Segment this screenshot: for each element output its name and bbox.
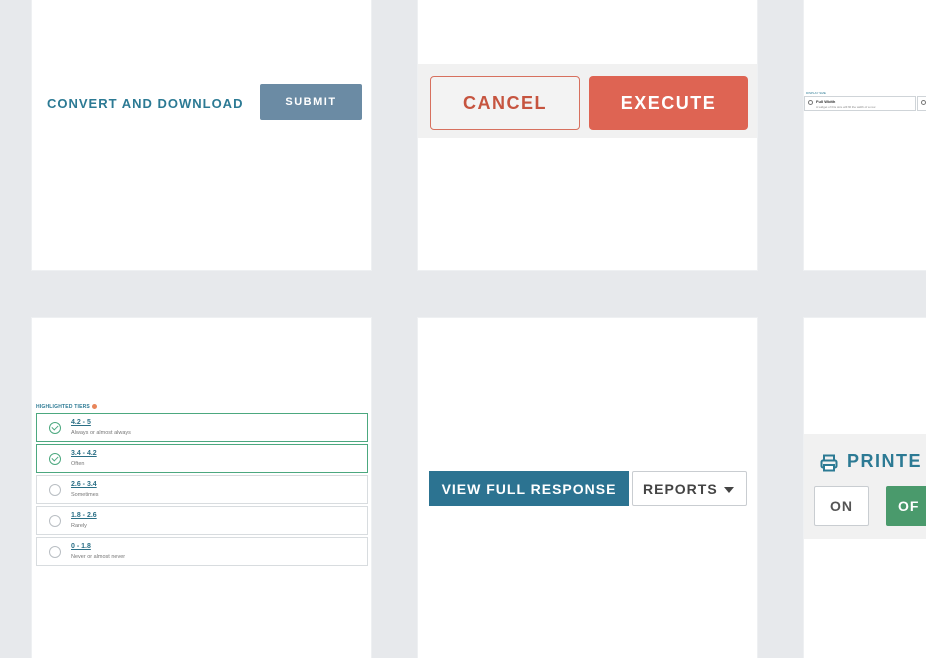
tier-option[interactable]: 0 - 1.8 Never or almost never	[36, 537, 368, 566]
tier-description: Sometimes	[71, 492, 99, 498]
submit-button[interactable]: SUBMIT	[260, 84, 362, 120]
tier-range: 4.2 - 5	[71, 419, 91, 426]
radio-icon	[49, 515, 61, 527]
printer-panel: PRINTE ON OF	[804, 434, 926, 539]
on-toggle-button[interactable]: ON	[814, 486, 869, 526]
radio-icon	[921, 100, 926, 105]
tier-range: 1.8 - 2.6	[71, 512, 97, 519]
printer-title: PRINTE	[847, 451, 923, 471]
tier-option[interactable]: 2.6 - 3.4 Sometimes	[36, 475, 368, 504]
action-card: CANCEL EXECUTE	[418, 0, 757, 270]
reports-dropdown[interactable]: REPORTS	[632, 471, 747, 506]
tier-range: 3.4 - 4.2	[71, 450, 97, 457]
check-circle-icon	[49, 453, 61, 465]
other-width-option[interactable]	[917, 96, 926, 111]
tiers-card: HIGHLIGHTED TIERS 4.2 - 5 Always or almo…	[32, 318, 371, 658]
tier-range: 2.6 - 3.4	[71, 481, 97, 488]
tier-description: Often	[71, 461, 85, 467]
check-circle-icon	[49, 422, 61, 434]
tier-description: Always or almost always	[71, 430, 131, 436]
width-selector-card: DISPLAY SIZE Full Width A widget of this…	[804, 0, 926, 270]
view-full-response-button[interactable]: VIEW FULL RESPONSE	[429, 471, 629, 506]
execute-button[interactable]: EXECUTE	[589, 76, 748, 130]
printer-card: PRINTE ON OF	[804, 318, 926, 658]
caret-down-icon	[724, 487, 734, 493]
info-icon[interactable]	[91, 404, 97, 410]
tiers-heading-text: HIGHLIGHTED TIERS	[36, 404, 90, 410]
cancel-button[interactable]: CANCEL	[430, 76, 580, 130]
reports-label: REPORTS	[643, 481, 718, 497]
tier-description: Rarely	[71, 523, 87, 529]
tier-description: Never or almost never	[71, 554, 126, 560]
action-bar: CANCEL EXECUTE	[418, 64, 757, 138]
tiers-heading: HIGHLIGHTED TIERS	[36, 404, 97, 410]
convert-and-download-link[interactable]: CONVERT AND DOWNLOAD	[47, 96, 243, 111]
option-title: Full Width	[816, 99, 836, 104]
radio-icon	[49, 484, 61, 496]
tier-option[interactable]: 3.4 - 4.2 Often	[36, 444, 368, 473]
tier-range: 0 - 1.8	[71, 543, 91, 550]
off-toggle-button[interactable]: OF	[886, 486, 926, 526]
full-width-option[interactable]: Full Width A widget of this size will fi…	[804, 96, 916, 111]
tier-option[interactable]: 4.2 - 5 Always or almost always	[36, 413, 368, 442]
printer-icon	[820, 454, 838, 472]
option-description: A widget of this size will fill the widt…	[816, 105, 876, 109]
tier-option[interactable]: 1.8 - 2.6 Rarely	[36, 506, 368, 535]
radio-icon	[49, 546, 61, 558]
display-size-heading: DISPLAY SIZE	[806, 91, 826, 95]
convert-card: CONVERT AND DOWNLOAD SUBMIT	[32, 0, 371, 270]
radio-icon	[808, 100, 813, 105]
response-card: VIEW FULL RESPONSE REPORTS	[418, 318, 757, 658]
